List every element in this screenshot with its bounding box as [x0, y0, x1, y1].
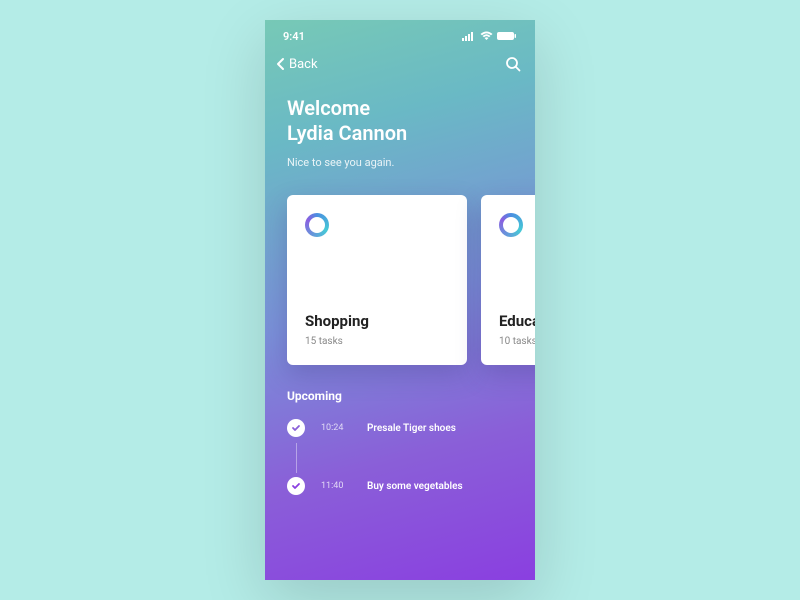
- category-card-shopping[interactable]: Shopping 15 tasks: [287, 195, 467, 365]
- card-subtitle: 10 tasks: [499, 336, 535, 347]
- upcoming-title: Upcoming: [287, 389, 513, 403]
- category-card-education[interactable]: Education 10 tasks: [481, 195, 535, 365]
- nav-bar: Back: [265, 52, 535, 82]
- back-label: Back: [289, 57, 318, 72]
- upcoming-section: Upcoming 10:24 Presale Tiger shoes 11:40…: [265, 365, 535, 535]
- task-time: 10:24: [321, 423, 351, 433]
- status-indicators: [462, 31, 517, 41]
- phone-screen: 9:41 Back Welcome Lydia Cannon Nice to s…: [265, 20, 535, 580]
- task-label: Presale Tiger shoes: [367, 423, 456, 434]
- category-cards[interactable]: Shopping 15 tasks Education 10 tasks: [265, 195, 535, 365]
- check-icon: [291, 423, 301, 433]
- task-time: 11:40: [321, 481, 351, 491]
- card-title: Shopping: [305, 312, 449, 330]
- task-check[interactable]: [287, 477, 305, 495]
- search-icon[interactable]: [505, 56, 521, 72]
- signal-icon: [462, 31, 476, 41]
- check-icon: [291, 481, 301, 491]
- welcome-line1: Welcome: [287, 96, 513, 121]
- welcome-line2: Lydia Cannon: [287, 121, 513, 146]
- back-button[interactable]: Back: [275, 57, 318, 72]
- chevron-left-icon: [275, 57, 287, 71]
- wifi-icon: [480, 31, 493, 41]
- progress-ring-icon: [499, 213, 523, 237]
- task-item[interactable]: 11:40 Buy some vegetables: [287, 477, 513, 535]
- task-item[interactable]: 10:24 Presale Tiger shoes: [287, 419, 513, 477]
- progress-ring-icon: [305, 213, 329, 237]
- task-check[interactable]: [287, 419, 305, 437]
- welcome-subtitle: Nice to see you again.: [287, 156, 513, 169]
- card-title: Education: [499, 312, 535, 330]
- battery-icon: [497, 31, 517, 41]
- status-bar: 9:41: [265, 20, 535, 52]
- task-label: Buy some vegetables: [367, 481, 463, 492]
- header: Welcome Lydia Cannon Nice to see you aga…: [265, 82, 535, 187]
- card-subtitle: 15 tasks: [305, 336, 449, 347]
- welcome-title: Welcome Lydia Cannon: [287, 96, 513, 146]
- status-time: 9:41: [283, 30, 305, 43]
- task-list: 10:24 Presale Tiger shoes 11:40 Buy some…: [287, 419, 513, 535]
